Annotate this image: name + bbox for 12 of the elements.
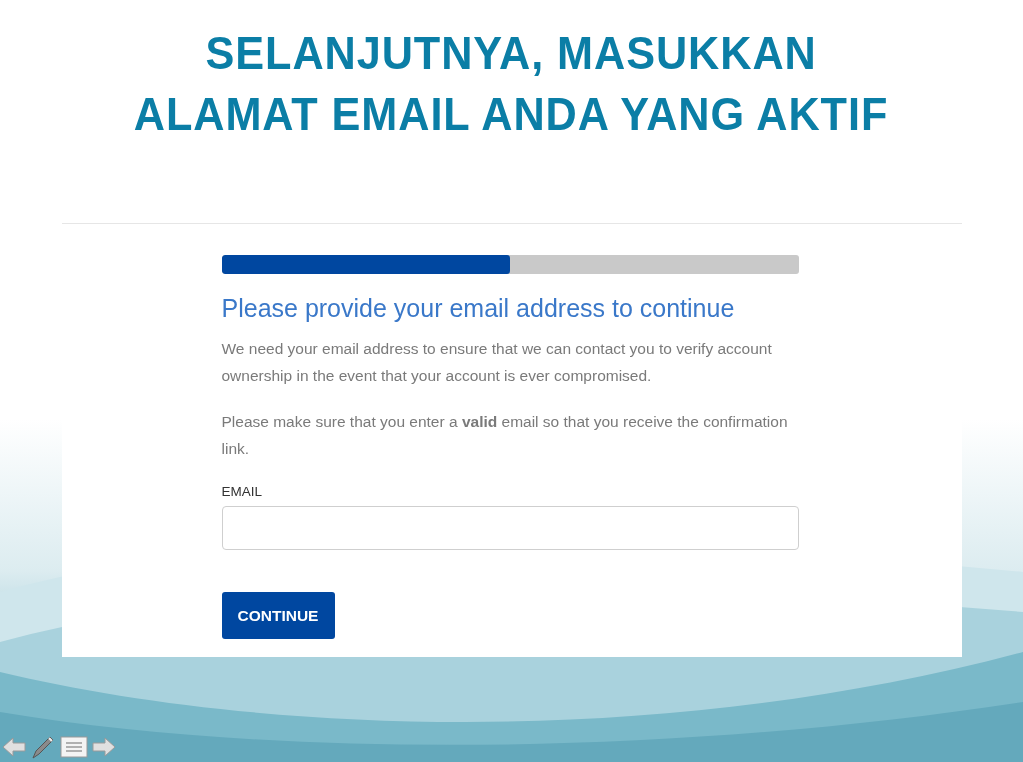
body-text: Please make sure that you enter a valid email so that you receive the confirmation link. (221, 412, 789, 459)
slide-title: ALAMAT EMAIL ANDA YANG AKTIF (134, 86, 889, 142)
forward-arrow-icon[interactable] (92, 737, 116, 757)
slide-title: SELANJUTNYA, MASUKKAN (205, 25, 818, 81)
pen-icon[interactable] (30, 734, 56, 760)
email-label: EMAIL (221, 484, 263, 499)
continue-button[interactable]: CONTINUE (221, 592, 335, 639)
form-heading: Please provide your email address to continue (221, 294, 736, 323)
slide-list-icon[interactable] (60, 736, 88, 758)
body-text: We need your email address to ensure that we can contact you to verify account ownership in the event that your account is ever compromised. (221, 339, 773, 386)
email-field[interactable] (221, 506, 799, 550)
back-arrow-icon[interactable] (2, 737, 26, 757)
